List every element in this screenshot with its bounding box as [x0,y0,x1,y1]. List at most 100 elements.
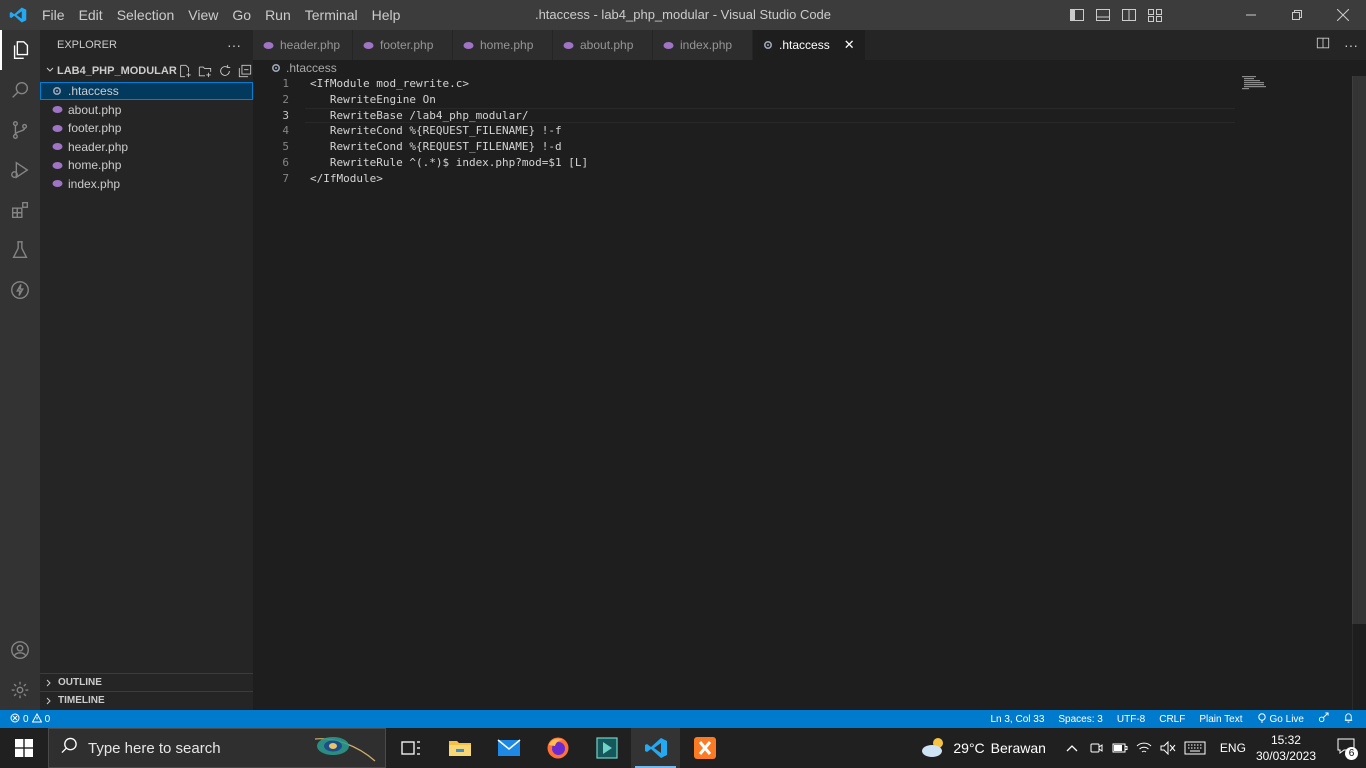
clock[interactable]: 15:32 30/03/2023 [1256,732,1316,764]
tab-header-php[interactable]: header.php [253,30,353,60]
file-explorer-icon[interactable] [435,728,484,768]
explorer-header: EXPLORER ··· [40,30,253,60]
menu-run[interactable]: Run [258,0,298,30]
editor-scrollbar[interactable] [1352,76,1366,710]
windows-start-button[interactable] [0,728,48,768]
file-item-about-php[interactable]: about.php [40,101,253,119]
wifi-icon[interactable] [1132,728,1156,768]
problems-indicator[interactable]: 0 0 [0,712,50,726]
indentation[interactable]: Spaces: 3 [1058,714,1102,725]
battery-icon[interactable] [1108,728,1132,768]
outline-section[interactable]: OUTLINE [40,673,253,691]
php-icon [263,41,274,50]
accounts-icon[interactable] [0,630,40,670]
weather-widget[interactable]: 29°C Berawan [921,736,1046,761]
code-line: 5 RewriteCond %{REQUEST_FILENAME} !-d [253,139,1366,155]
language-indicator[interactable]: ENG [1220,741,1246,755]
testing-icon[interactable] [0,230,40,270]
feedback-icon[interactable] [1318,712,1329,726]
menu-edit[interactable]: Edit [72,0,110,30]
explorer-title: EXPLORER [57,39,117,51]
breadcrumb-file[interactable]: .htaccess [286,61,337,75]
firefox-icon[interactable] [533,728,582,768]
file-item-index-php[interactable]: index.php [40,175,253,193]
menu-selection[interactable]: Selection [110,0,182,30]
line-ending[interactable]: CRLF [1159,714,1185,725]
close-tab-icon[interactable]: ✕ [844,37,855,53]
file-item-home-php[interactable]: home.php [40,156,253,174]
file-item-htaccess[interactable]: .htaccess [40,82,253,100]
scrollbar-thumb[interactable] [1352,76,1366,624]
mail-icon[interactable] [484,728,533,768]
tab-home-php[interactable]: home.php [453,30,553,60]
minimap[interactable] [1242,76,1352,116]
layout-controls [1066,0,1166,30]
menu-terminal[interactable]: Terminal [298,0,365,30]
menu-file[interactable]: File [35,0,72,30]
tab-label: header.php [280,38,341,52]
search-icon[interactable] [0,70,40,110]
gear-icon [271,63,281,73]
folder-actions [177,63,259,79]
vscode-taskbar-icon[interactable] [631,728,680,768]
timeline-section[interactable]: TIMELINE [40,691,253,709]
volume-muted-icon[interactable] [1156,728,1180,768]
meet-now-icon[interactable] [1084,728,1108,768]
menu-help[interactable]: Help [365,0,408,30]
file-list: .htaccess about.php footer.php header.ph… [40,82,253,193]
line-number: 4 [282,124,289,138]
run-debug-icon[interactable] [0,150,40,190]
vscode-logo-icon[interactable] [0,0,35,30]
tab-about-php[interactable]: about.php [553,30,653,60]
extensions-icon[interactable] [0,190,40,230]
source-control-icon[interactable] [0,110,40,150]
tab-footer-php[interactable]: footer.php [353,30,453,60]
media-player-icon[interactable] [582,728,631,768]
tab-htaccess[interactable]: .htaccess ✕ [753,30,866,60]
new-folder-icon[interactable] [197,63,213,79]
search-icon [61,737,78,759]
tab-index-php[interactable]: index.php [653,30,753,60]
customize-layout-icon[interactable] [1144,4,1166,26]
code-editor[interactable]: 1 <IfModule mod_rewrite.c> 2 RewriteEngin… [253,76,1366,710]
xampp-icon[interactable] [680,728,729,768]
toggle-panel-icon[interactable] [1092,4,1114,26]
new-file-icon[interactable] [177,63,193,79]
restore-button[interactable] [1274,0,1320,30]
toggle-primary-sidebar-icon[interactable] [1066,4,1088,26]
task-view-icon[interactable] [386,728,435,768]
file-item-footer-php[interactable]: footer.php [40,119,253,137]
manage-gear-icon[interactable] [0,670,40,710]
notification-center-button[interactable]: 6 [1326,728,1366,768]
encoding[interactable]: UTF-8 [1117,714,1145,725]
explorer-more-button[interactable]: ··· [227,37,241,53]
close-window-button[interactable] [1320,0,1366,30]
go-live-button[interactable]: Go Live [1257,712,1304,726]
explorer-icon[interactable] [0,30,40,70]
toggle-secondary-sidebar-icon[interactable] [1118,4,1140,26]
file-name: home.php [68,158,122,172]
split-editor-icon[interactable] [1316,36,1330,55]
folder-header[interactable]: LAB4_PHP_MODULAR [40,60,253,82]
menu-view[interactable]: View [181,0,225,30]
windows-taskbar: Type here to search 29°C Berawan ENG 15:… [0,728,1366,768]
file-name: about.php [68,102,122,117]
php-icon [52,105,68,114]
minimize-button[interactable] [1228,0,1274,30]
bell-icon[interactable] [1343,712,1354,726]
broadcast-icon [1257,712,1267,726]
menu-go[interactable]: Go [225,0,258,30]
more-actions-icon[interactable]: ··· [1344,37,1358,53]
language-mode[interactable]: Plain Text [1199,714,1242,725]
cursor-position[interactable]: Ln 3, Col 33 [990,714,1044,725]
refresh-icon[interactable] [217,63,233,79]
file-item-header-php[interactable]: header.php [40,138,253,156]
collapse-all-icon[interactable] [237,63,253,79]
keyboard-icon[interactable] [1180,728,1210,768]
window-controls [1228,0,1366,30]
activity-bar [0,30,40,710]
chevron-up-icon[interactable] [1060,728,1084,768]
taskbar-search[interactable]: Type here to search [48,728,386,768]
thunder-client-icon[interactable] [0,270,40,310]
chevron-down-icon [45,65,55,78]
